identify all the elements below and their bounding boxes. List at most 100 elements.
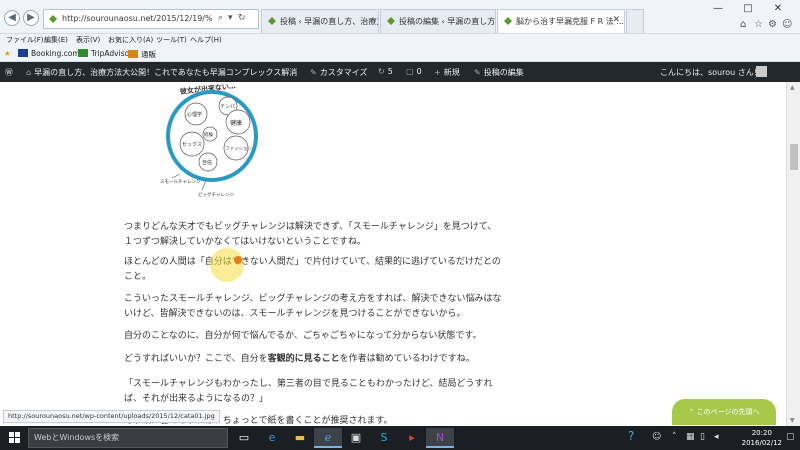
file-explorer-icon[interactable]: ▬ <box>286 428 314 448</box>
tray-chevron-up-icon[interactable]: ˄ <box>672 432 677 442</box>
pencil-icon: ✎ <box>474 68 481 77</box>
bubble-label: ファッション <box>225 146 252 152</box>
taskbar-clock[interactable]: 20:20 2016/02/12 <box>742 428 782 448</box>
shopping-icon <box>128 50 138 58</box>
skype-icon[interactable]: S <box>370 428 398 448</box>
search-icon[interactable]: ⌕ <box>218 13 223 23</box>
bubble-label: テンパ <box>220 104 235 110</box>
tab-posts[interactable]: 投稿 ‹ 早漏の直し方、治療方法... <box>261 9 379 33</box>
scrollbar-thumb[interactable] <box>790 144 798 170</box>
menu-help[interactable]: ヘルプ(H) <box>190 35 222 45</box>
store-icon[interactable]: ▣ <box>342 428 370 448</box>
wp-account-greeting[interactable]: こんにちは、sourou さん！ <box>660 67 762 78</box>
pointer-line <box>201 179 207 191</box>
internet-explorer-icon[interactable]: ℯ <box>314 428 342 448</box>
tab-edit-post[interactable]: 投稿の編集 ‹ 早漏の直し方、治... <box>380 9 496 33</box>
booking-icon <box>18 49 28 57</box>
address-bar[interactable]: http://sourounaosu.net/2015/12/19/%e0%84… <box>43 9 259 29</box>
page-top-button[interactable]: ⌃ このページの先頭へ <box>672 399 776 425</box>
tab-label: 投稿の編集 ‹ 早漏の直し方、治... <box>399 17 496 26</box>
comments-count: 0 <box>416 67 422 76</box>
scroll-down-icon[interactable]: ▼ <box>790 417 795 424</box>
bubble-label: 健康 <box>230 119 242 127</box>
article-paragraph: ほとんどの人間は「自分はできない人間だ」で片付けていて、結果的に逃げているだけだ… <box>124 257 501 282</box>
dropdown-icon[interactable]: ▾ <box>228 13 233 23</box>
wp-comments-link[interactable]: ▢ 0 <box>406 67 422 76</box>
bubble-label: 経験 <box>204 131 213 138</box>
brush-icon: ✎ <box>310 68 317 77</box>
bubble-label: 自信 <box>202 159 212 166</box>
favorite-label: Booking.com <box>31 49 80 58</box>
settings-gear-icon[interactable]: ⚙ <box>768 19 777 30</box>
bubble-label: 心理学 <box>187 111 202 118</box>
article-paragraph: 「スモールチャレンジもわかったし、第三者の目で見ることもわかったけど、結局どうす… <box>124 379 493 404</box>
favorite-booking[interactable]: Booking.com <box>18 49 80 58</box>
new-tab-button[interactable] <box>626 9 644 33</box>
wp-updates-link[interactable]: ↻ 5 <box>378 67 393 76</box>
taskbar-search-box[interactable]: WebとWindowsを検索 <box>28 428 228 448</box>
menu-edit[interactable]: 編集(E) <box>44 35 68 45</box>
taskbar: WebとWindowsを検索 ▭ e ▬ ℯ ▣ S ▸ N ? ☺ ˄ ▦ ▯… <box>0 426 800 450</box>
menu-bar: ファイル(F) 編集(E) 表示(V) お気に入り(A) ツール(T) ヘルプ(… <box>0 34 800 46</box>
favorite-tripadvisor[interactable]: TripAdvisor <box>78 49 132 58</box>
browser-toolbar: ◀ ▶ http://sourounaosu.net/2015/12/19/%e… <box>0 0 800 34</box>
customize-label: カスタマイズ <box>319 68 368 77</box>
close-window-button[interactable]: ✕ <box>766 1 790 17</box>
favorites-star-icon[interactable]: ☆ <box>754 19 763 30</box>
vertical-scrollbar[interactable]: ▲ ▼ <box>786 82 800 426</box>
menu-view[interactable]: 表示(V) <box>76 35 100 45</box>
media-player-icon[interactable]: ▸ <box>398 428 426 448</box>
small-challenge-label: スモールチャレンジ <box>160 179 201 185</box>
menu-favorites[interactable]: お気に入り(A) <box>108 35 153 45</box>
favorites-star-icon[interactable]: ★ <box>4 49 11 58</box>
menu-file[interactable]: ファイル(F) <box>6 35 44 45</box>
site-title: 早漏の直し方、治療方法大公開！これであなたも早漏コンプレックス解消 <box>34 68 298 77</box>
chevron-up-icon: ⌃ <box>688 408 697 416</box>
refresh-icon[interactable]: ↻ <box>238 13 246 23</box>
menu-tools[interactable]: ツール(T) <box>156 35 187 45</box>
avatar[interactable] <box>756 66 767 77</box>
forward-button[interactable]: ▶ <box>23 10 39 26</box>
wp-edit-post-link[interactable]: ✎ 投稿の編集 <box>474 67 524 78</box>
favorite-label: 通販 <box>141 50 156 59</box>
people-icon[interactable]: ☺ <box>652 432 661 442</box>
wp-site-link[interactable]: ⌂ 早漏の直し方、治療方法大公開！これであなたも早漏コンプレックス解消 <box>26 67 297 78</box>
wp-customize-link[interactable]: ✎ カスタマイズ <box>310 67 367 78</box>
greeting-label: こんにちは、sourou さん！ <box>660 68 762 77</box>
help-icon[interactable]: ? <box>628 429 634 443</box>
favorites-bar: ★ Booking.com TripAdvisor 通販 <box>0 46 800 62</box>
text-segment: どうすればいいか？ここで、自分を <box>124 354 268 364</box>
site-favicon-icon <box>268 17 276 25</box>
new-label: 新規 <box>443 68 460 77</box>
close-tab-icon[interactable]: ✕ <box>612 15 620 25</box>
favorite-shopping[interactable]: 通販 <box>128 49 156 60</box>
feedback-smiley-icon[interactable]: ☺ <box>782 19 792 30</box>
volume-icon[interactable]: ◂ <box>714 432 719 442</box>
windows-start-icon[interactable] <box>9 432 21 444</box>
site-favicon-icon <box>49 15 57 23</box>
updates-count: 5 <box>387 67 393 76</box>
maximize-button[interactable]: □ <box>736 1 760 17</box>
task-view-icon[interactable]: ▭ <box>230 428 258 448</box>
network-icon[interactable]: ▯ <box>700 432 705 442</box>
site-favicon-icon <box>387 17 395 25</box>
article-paragraph: こういったスモールチャレンジ、ビッグチャレンジの考え方をすれば、解決できない悩み… <box>124 294 502 319</box>
scroll-up-icon[interactable]: ▲ <box>790 84 795 91</box>
page-top-label: このページの先頭へ <box>696 408 760 416</box>
tab-active-article[interactable]: 脳から治す早漏克服 F R 法 ... ✕ <box>497 9 625 33</box>
wp-new-link[interactable]: + 新規 <box>434 67 460 78</box>
back-button[interactable]: ◀ <box>4 10 20 26</box>
wordpress-logo-icon[interactable]: Ⓦ <box>5 67 13 78</box>
notifications-icon[interactable]: ▢ <box>786 432 795 442</box>
article-paragraph: 自分のことなのに、自分が何で悩んでるか、ごちゃごちゃになって分からない状態です。 <box>124 331 482 341</box>
article-content: 彼女が出来ない… テンパ 心理学 健康 経験 セックス ファッション 自信 スモ… <box>0 82 786 426</box>
wp-admin-bar: Ⓦ ⌂ 早漏の直し方、治療方法大公開！これであなたも早漏コンプレックス解消 ✎ カス… <box>0 62 800 82</box>
home-icon[interactable]: ⌂ <box>740 19 746 30</box>
plus-icon: + <box>434 68 441 77</box>
challenge-diagram: 彼女が出来ない… テンパ 心理学 健康 経験 セックス ファッション 自信 スモ… <box>160 82 258 198</box>
minimize-button[interactable]: — <box>706 1 730 17</box>
onenote-icon[interactable]: N <box>426 428 454 448</box>
mouse-cursor-icon <box>234 256 242 264</box>
edge-icon[interactable]: e <box>258 428 286 448</box>
action-center-icon[interactable]: ▦ <box>686 432 695 442</box>
